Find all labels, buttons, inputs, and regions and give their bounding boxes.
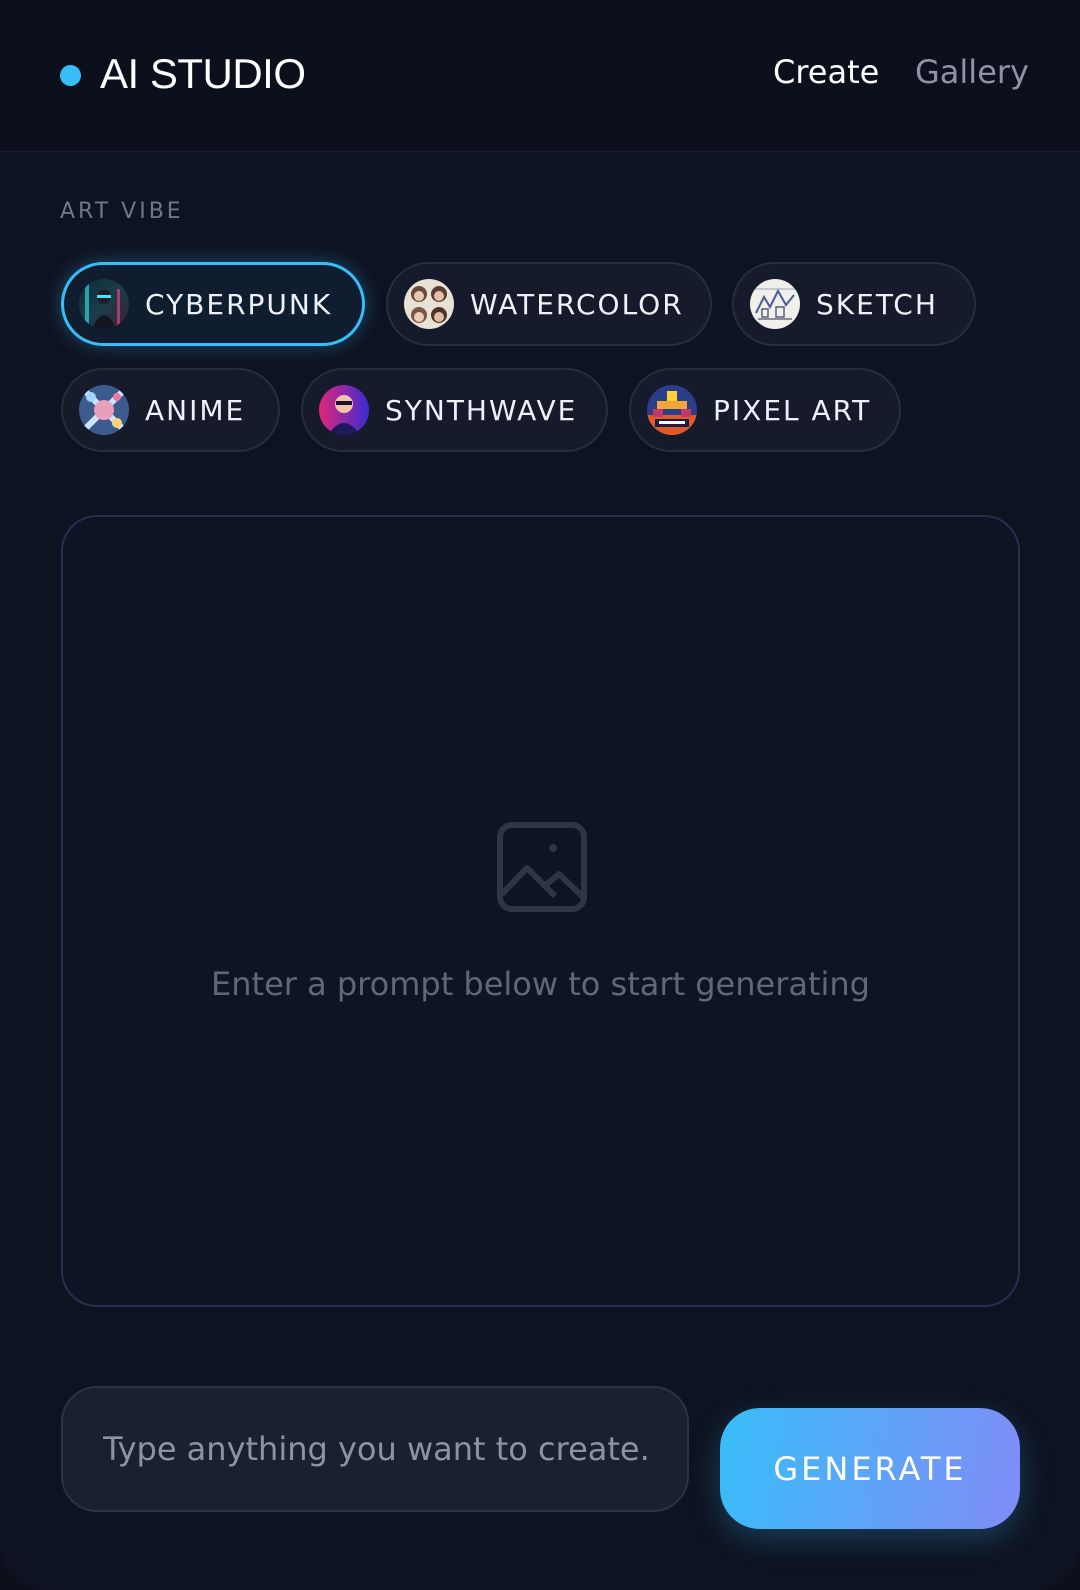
nav-gallery-link[interactable]: Gallery [915,50,1029,94]
style-chip-label: ANIME [145,393,246,427]
style-chip-pixel-art[interactable]: PIXEL ART [629,368,901,452]
nav-create-link[interactable]: Create [773,50,879,94]
synthwave-thumbnail-icon [319,385,369,435]
style-chip-cyberpunk[interactable]: CYBERPUNK [61,262,365,346]
style-chip-watercolor[interactable]: WATERCOLOR [386,262,712,346]
style-chip-sketch[interactable]: SKETCH [732,262,976,346]
image-placeholder-icon [497,822,587,912]
style-chip-label: CYBERPUNK [145,287,333,321]
preview-hint-text: Enter a prompt below to start generating [211,965,870,1003]
watercolor-thumbnail-icon [404,279,454,329]
style-chip-label: SKETCH [816,287,938,321]
cyberpunk-thumbnail-icon [79,279,129,329]
style-chip-label: WATERCOLOR [470,287,684,321]
style-chip-label: PIXEL ART [713,393,872,427]
ai-studio-app: AI STUDIO Create Gallery ART VIBE CYBERP… [0,0,1080,1590]
style-chip-anime[interactable]: ANIME [61,368,280,452]
app-header: AI STUDIO Create Gallery [0,0,1080,152]
generate-button[interactable]: GENERATE [720,1408,1020,1529]
anime-thumbnail-icon [79,385,129,435]
art-vibe-label: ART VIBE [60,199,184,224]
brand-title: AI STUDIO [100,50,306,97]
pixel-art-thumbnail-icon [647,385,697,435]
prompt-input[interactable] [61,1386,689,1512]
brand-dot-icon [60,65,81,86]
style-chip-synthwave[interactable]: SYNTHWAVE [301,368,608,452]
sketch-thumbnail-icon [750,279,800,329]
image-preview-area: Enter a prompt below to start generating [61,515,1020,1307]
style-chip-label: SYNTHWAVE [385,393,578,427]
